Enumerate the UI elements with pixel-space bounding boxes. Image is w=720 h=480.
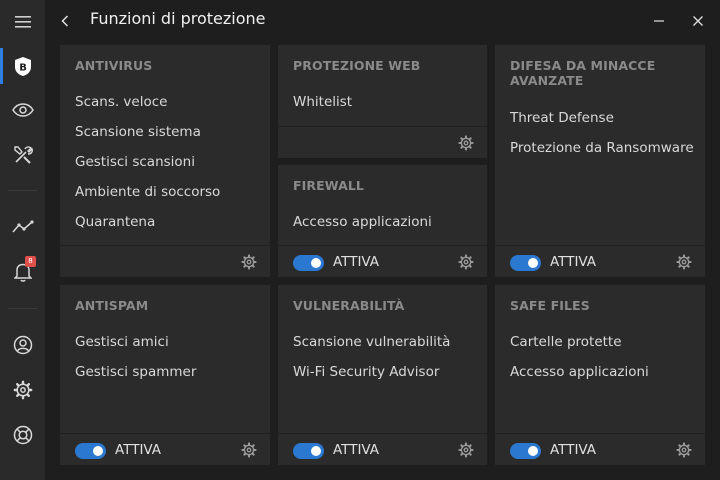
- sidebar: B 8: [0, 0, 45, 480]
- link-protected-folders[interactable]: Cartelle protette: [510, 334, 622, 350]
- gear-icon: [13, 380, 32, 400]
- link-quarantine[interactable]: Quarantena: [75, 214, 155, 230]
- link-vulnerability-scan[interactable]: Scansione vulnerabilità: [293, 334, 450, 350]
- gear-icon[interactable]: [458, 135, 474, 151]
- card-footer: [60, 245, 270, 277]
- card-firewall: FIREWALL Accesso applicazioni ATTIVA: [278, 165, 487, 277]
- menu-icon: [14, 16, 31, 28]
- nav-notifications[interactable]: 8: [0, 250, 45, 294]
- toggle-label: ATTIVA: [550, 254, 597, 270]
- bitdefender-shield-icon: B: [14, 56, 31, 76]
- back-button[interactable]: [55, 11, 75, 31]
- nav-utilities[interactable]: [0, 133, 45, 177]
- gear-icon[interactable]: [676, 254, 692, 270]
- nav-dashboard[interactable]: B: [0, 44, 45, 88]
- card-footer: [278, 126, 487, 158]
- card-footer: ATTIVA: [278, 433, 487, 465]
- sidebar-divider: [8, 190, 37, 191]
- nav-settings[interactable]: [0, 368, 45, 412]
- link-wifi-security-advisor[interactable]: Wi-Fi Security Advisor: [293, 364, 439, 380]
- card-web-protection: PROTEZIONE WEB Whitelist: [278, 45, 487, 158]
- link-whitelist[interactable]: Whitelist: [293, 94, 352, 110]
- nav-support[interactable]: [0, 413, 45, 457]
- card-title: VULNERABILITÀ: [293, 298, 405, 313]
- link-manage-friends[interactable]: Gestisci amici: [75, 334, 169, 350]
- menu-button[interactable]: [0, 0, 45, 44]
- link-quick-scan[interactable]: Scans. veloce: [75, 94, 167, 110]
- lifebuoy-icon: [13, 425, 32, 445]
- card-footer: ATTIVA: [60, 433, 270, 465]
- gear-icon[interactable]: [458, 442, 474, 458]
- account-icon: [13, 335, 32, 355]
- nav-account[interactable]: [0, 323, 45, 367]
- toggle-knob: [311, 446, 321, 456]
- card-title: DIFESA DA MINACCE AVANZATE: [510, 58, 656, 88]
- toggle-knob: [311, 258, 321, 268]
- eye-icon: [11, 103, 34, 117]
- safe-files-toggle[interactable]: [510, 443, 541, 459]
- activity-icon: [11, 220, 34, 233]
- minimize-button[interactable]: [648, 10, 670, 32]
- close-icon: [693, 16, 703, 26]
- gear-icon[interactable]: [676, 442, 692, 458]
- link-ransomware-protection[interactable]: Protezione da Ransomware: [510, 140, 694, 156]
- firewall-toggle[interactable]: [293, 255, 324, 271]
- toggle-knob: [528, 258, 538, 268]
- gear-icon[interactable]: [458, 254, 474, 270]
- card-footer: ATTIVA: [278, 245, 487, 277]
- link-manage-spammers[interactable]: Gestisci spammer: [75, 364, 196, 380]
- card-title: FIREWALL: [293, 178, 364, 193]
- toggle-label: ATTIVA: [333, 254, 380, 270]
- card-title: SAFE FILES: [510, 298, 590, 313]
- gear-icon[interactable]: [241, 254, 257, 270]
- link-manage-scans[interactable]: Gestisci scansioni: [75, 154, 195, 170]
- card-vulnerability: VULNERABILITÀ Scansione vulnerabilità Wi…: [278, 285, 487, 465]
- card-footer: ATTIVA: [495, 433, 705, 465]
- page-title: Funzioni di protezione: [90, 9, 266, 28]
- nav-privacy[interactable]: [0, 88, 45, 132]
- link-application-access[interactable]: Accesso applicazioni: [510, 364, 649, 380]
- chevron-left-icon: [61, 15, 69, 27]
- link-threat-defense[interactable]: Threat Defense: [510, 110, 614, 126]
- vulnerability-toggle[interactable]: [293, 443, 324, 459]
- card-title: ANTIVIRUS: [75, 58, 153, 73]
- toggle-label: ATTIVA: [550, 442, 597, 458]
- antispam-toggle[interactable]: [75, 443, 106, 459]
- card-antispam: ANTISPAM Gestisci amici Gestisci spammer…: [60, 285, 270, 465]
- card-advanced-threat-defense: DIFESA DA MINACCE AVANZATE Threat Defens…: [495, 45, 705, 277]
- atd-toggle[interactable]: [510, 255, 541, 271]
- minimize-icon: [654, 20, 664, 22]
- title-bar: Funzioni di protezione: [45, 0, 720, 42]
- toggle-knob: [528, 446, 538, 456]
- card-title: ANTISPAM: [75, 298, 149, 313]
- link-system-scan[interactable]: Scansione sistema: [75, 124, 201, 140]
- close-button[interactable]: [687, 10, 709, 32]
- gear-icon[interactable]: [241, 442, 257, 458]
- toggle-label: ATTIVA: [115, 442, 162, 458]
- card-safe-files: SAFE FILES Cartelle protette Accesso app…: [495, 285, 705, 465]
- toggle-knob: [93, 446, 103, 456]
- sidebar-divider: [8, 308, 37, 309]
- link-rescue-environment[interactable]: Ambiente di soccorso: [75, 184, 220, 200]
- card-footer: ATTIVA: [495, 245, 705, 277]
- notification-badge: 8: [25, 256, 36, 267]
- link-application-access[interactable]: Accesso applicazioni: [293, 214, 432, 230]
- nav-activity[interactable]: [0, 205, 45, 249]
- card-antivirus: ANTIVIRUS Scans. veloce Scansione sistem…: [60, 45, 270, 277]
- tools-icon: [13, 146, 33, 164]
- shield-letter: B: [19, 62, 27, 73]
- toggle-label: ATTIVA: [333, 442, 380, 458]
- card-title: PROTEZIONE WEB: [293, 58, 421, 73]
